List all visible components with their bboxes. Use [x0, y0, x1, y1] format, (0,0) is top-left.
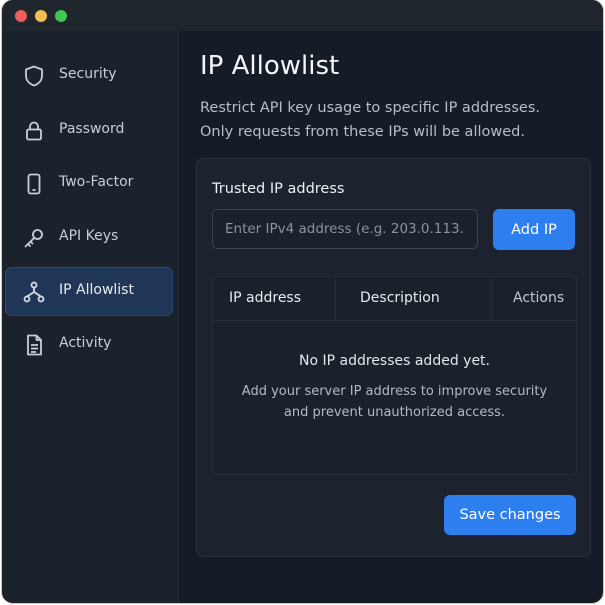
- sidebar-item-password[interactable]: Password: [5, 106, 173, 155]
- empty-state-message: Add your server IP address to improve se…: [213, 381, 576, 423]
- network-icon: [22, 280, 46, 304]
- save-changes-button[interactable]: Save changes: [444, 495, 576, 535]
- main-panel: IP Allowlist Restrict API key usage to s…: [179, 31, 603, 603]
- table-header: IP address Description Actions: [213, 277, 576, 321]
- sidebar-item-label: API Keys: [59, 228, 119, 244]
- title-bar: [2, 0, 603, 31]
- sidebar-item-label: Security: [59, 66, 117, 82]
- document-icon: [22, 333, 46, 357]
- column-divider: [335, 277, 336, 320]
- sidebar-item-label: Password: [59, 121, 125, 137]
- column-divider: [491, 277, 492, 320]
- empty-state-line: and prevent unauthorized access.: [283, 405, 506, 420]
- lock-icon: [22, 119, 46, 143]
- column-header-actions: Actions: [513, 290, 565, 306]
- page-title: IP Allowlist: [200, 51, 340, 81]
- sidebar: Security Password Two-Factor API Keys IP…: [2, 31, 179, 603]
- description-line: Only requests from these IPs will be all…: [200, 124, 525, 140]
- column-header-description: Description: [360, 290, 440, 306]
- phone-icon: [22, 172, 46, 196]
- sidebar-item-ip-allowlist[interactable]: IP Allowlist: [5, 267, 173, 316]
- sidebar-item-label: Two-Factor: [59, 174, 134, 190]
- page-description: Restrict API key usage to specific IP ad…: [200, 96, 590, 144]
- app-window: Security Password Two-Factor API Keys IP…: [2, 0, 603, 603]
- add-ip-button[interactable]: Add IP: [493, 209, 575, 250]
- key-icon: [22, 226, 46, 250]
- ip-address-input[interactable]: [212, 209, 478, 249]
- sidebar-item-label: IP Allowlist: [59, 282, 134, 298]
- empty-state-line: Add your server IP address to improve se…: [241, 384, 548, 399]
- zoom-window-button[interactable]: [55, 10, 67, 22]
- sidebar-item-two-factor[interactable]: Two-Factor: [5, 159, 173, 208]
- sidebar-item-label: Activity: [59, 335, 112, 351]
- sidebar-item-activity[interactable]: Activity: [5, 320, 173, 369]
- sidebar-item-api-keys[interactable]: API Keys: [5, 213, 173, 262]
- minimize-window-button[interactable]: [35, 10, 47, 22]
- close-window-button[interactable]: [15, 10, 27, 22]
- description-line: Restrict API key usage to specific IP ad…: [200, 100, 540, 116]
- empty-state-title: No IP addresses added yet.: [298, 353, 490, 369]
- sidebar-item-security[interactable]: Security: [5, 51, 173, 100]
- ip-table: IP address Description Actions No IP add…: [212, 276, 577, 475]
- column-header-ip-address: IP address: [229, 290, 302, 306]
- shield-icon: [22, 64, 46, 88]
- allowlist-card: Trusted IP address Add IP IP address Des…: [196, 158, 591, 557]
- trusted-ip-label: Trusted IP address: [212, 181, 345, 197]
